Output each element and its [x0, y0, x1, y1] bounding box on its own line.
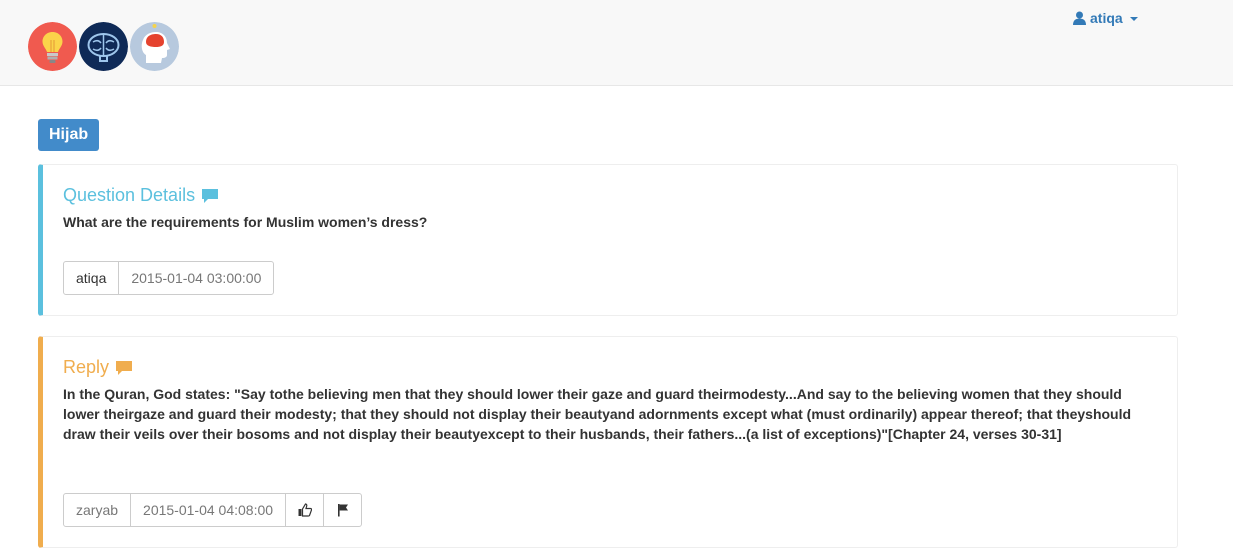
- question-panel: Question Details What are the requiremen…: [38, 164, 1178, 316]
- reply-author[interactable]: zaryab: [63, 493, 132, 527]
- reply-title: Reply: [63, 357, 133, 378]
- chevron-down-icon: [1129, 17, 1138, 21]
- user-menu[interactable]: atiqa: [1073, 10, 1138, 26]
- reply-panel: Reply In the Quran, God states: "Say tot…: [38, 336, 1178, 548]
- like-button[interactable]: [285, 493, 325, 527]
- question-title-text: Question Details: [63, 185, 196, 205]
- brain-logo[interactable]: [79, 22, 128, 71]
- reply-timestamp: 2015-01-04 04:08:00: [130, 493, 287, 527]
- reply-title-text: Reply: [63, 357, 110, 377]
- question-title: Question Details: [63, 185, 219, 206]
- question-timestamp: 2015-01-04 03:00:00: [118, 261, 275, 295]
- lightbulb-logo[interactable]: [28, 22, 77, 71]
- user-name: atiqa: [1090, 10, 1123, 26]
- user-icon: [1073, 11, 1086, 25]
- comment-icon: [202, 188, 219, 203]
- flag-button[interactable]: [323, 493, 363, 527]
- thumbs-up-icon: [298, 503, 312, 517]
- head-logo[interactable]: [130, 22, 179, 71]
- reply-text: In the Quran, God states: "Say tothe bel…: [63, 386, 1132, 442]
- question-meta: atiqa 2015-01-04 03:00:00: [63, 261, 275, 295]
- navbar: atiqa: [0, 0, 1233, 86]
- flag-icon: [337, 504, 348, 517]
- comment-icon: [116, 360, 133, 375]
- question-author[interactable]: atiqa: [63, 261, 120, 295]
- reply-meta: zaryab 2015-01-04 04:08:00: [63, 493, 363, 527]
- category-badge: Hijab: [38, 119, 100, 151]
- question-text: What are the requirements for Muslim wom…: [63, 214, 428, 230]
